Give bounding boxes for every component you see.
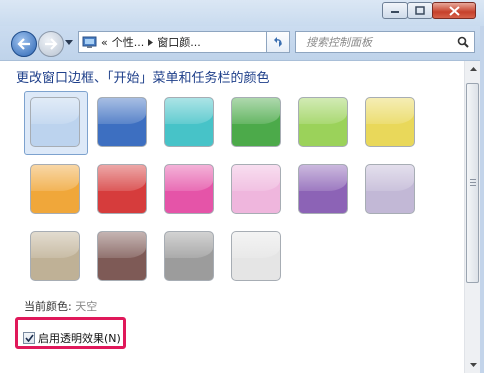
search-icon[interactable]	[457, 36, 469, 48]
color-swatch[interactable]	[164, 97, 214, 147]
color-swatch[interactable]	[30, 97, 80, 147]
scroll-up-arrow-icon	[469, 67, 477, 71]
color-swatch[interactable]	[97, 97, 147, 147]
recent-pages-dropdown-icon[interactable]	[65, 40, 73, 45]
control-panel-icon	[82, 36, 97, 48]
color-swatch[interactable]	[97, 164, 147, 214]
color-swatch[interactable]	[298, 164, 348, 214]
scroll-up-button[interactable]	[465, 61, 481, 77]
current-color: 当前颜色: 天空	[24, 298, 97, 314]
maximize-button[interactable]	[407, 2, 433, 19]
page-title: 更改窗口边框、「开始」菜单和任务栏的颜色	[16, 71, 270, 86]
breadcrumb-separator-icon	[148, 38, 154, 46]
color-swatch[interactable]	[30, 231, 80, 281]
color-swatch[interactable]	[97, 231, 147, 281]
transparency-checkbox[interactable]	[23, 332, 35, 344]
transparency-label[interactable]: 启用透明效果(N)	[38, 330, 121, 346]
back-arrow-icon	[17, 38, 30, 50]
main-content: 更改窗口边框、「开始」菜单和任务栏的颜色 当前颜色: 天空 启用透明效果(N)	[0, 61, 464, 373]
color-swatch[interactable]	[298, 97, 348, 147]
color-swatch[interactable]	[164, 231, 214, 281]
color-swatch[interactable]	[231, 97, 281, 147]
window-controls	[382, 2, 476, 19]
scrollbar-thumb[interactable]	[466, 83, 479, 283]
color-swatch[interactable]	[231, 164, 281, 214]
breadcrumb-window-color[interactable]: 窗口颜...	[157, 34, 201, 50]
color-swatch[interactable]	[231, 231, 281, 281]
vertical-scrollbar[interactable]	[464, 61, 481, 373]
scroll-down-button[interactable]	[465, 357, 481, 373]
minimize-icon	[391, 10, 399, 13]
scrollbar-grip	[470, 179, 476, 188]
scroll-down-arrow-icon	[469, 363, 477, 367]
color-swatch[interactable]	[164, 164, 214, 214]
address-bar[interactable]: « 个性... 窗口颜...	[78, 31, 289, 53]
checkmark-icon	[24, 334, 34, 342]
minimize-button[interactable]	[382, 2, 408, 19]
address-prefix: «	[101, 35, 108, 49]
refresh-icon	[274, 37, 282, 47]
close-button[interactable]	[432, 2, 476, 19]
current-color-label: 当前颜色:	[24, 300, 72, 313]
forward-button[interactable]	[38, 31, 64, 57]
window-frame-edge	[480, 26, 484, 373]
color-swatch[interactable]	[365, 97, 415, 147]
search-input[interactable]: 搜索控制面板	[306, 34, 372, 50]
search-box[interactable]: 搜索控制面板	[295, 31, 475, 53]
close-icon	[448, 5, 460, 16]
title-bar	[0, 0, 484, 26]
maximize-icon	[415, 6, 425, 15]
forward-arrow-icon	[45, 38, 58, 50]
back-button[interactable]	[11, 31, 37, 57]
current-color-value: 天空	[75, 300, 98, 313]
color-swatch[interactable]	[365, 164, 415, 214]
breadcrumb-personalization[interactable]: 个性...	[112, 34, 145, 50]
refresh-button[interactable]	[266, 31, 290, 53]
navigation-bar: « 个性... 窗口颜... 搜索控制面板	[0, 26, 484, 61]
color-swatch[interactable]	[30, 164, 80, 214]
